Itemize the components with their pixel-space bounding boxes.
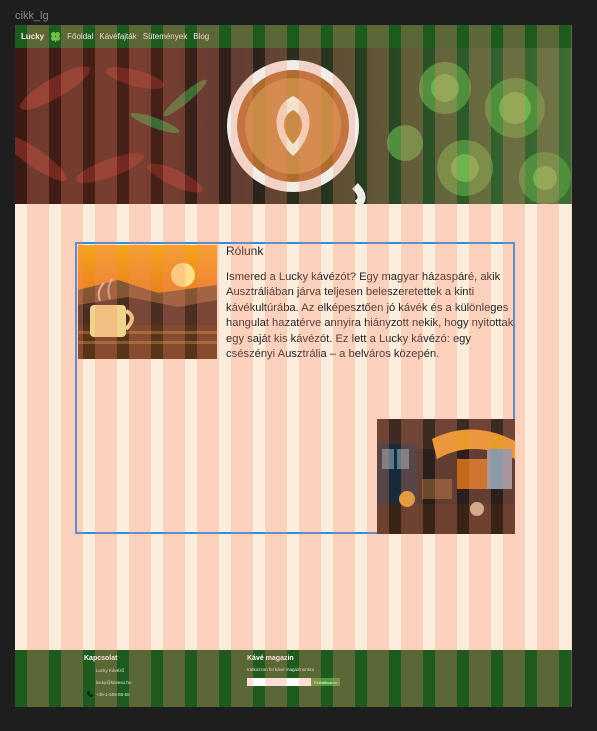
- newsletter-email-input[interactable]: [247, 678, 311, 686]
- contact-email: lucky@kaveso.hu: [87, 679, 131, 685]
- about-section: Rólunk Ismered a Lucky kávézót? Egy magy…: [75, 242, 515, 534]
- brand-logo[interactable]: Lucky: [21, 32, 44, 41]
- mail-icon: [87, 679, 93, 685]
- navbar: Lucky Főoldal Kávéfajták Sütemények Blog: [15, 25, 572, 48]
- cafe-interior-image: [377, 419, 515, 534]
- nav-link-pastries[interactable]: Sütemények: [143, 32, 187, 41]
- subscribe-button[interactable]: Feliratkozom: [311, 678, 340, 686]
- newsletter-subtitle: Iratkozzon fel kávé magazinunkra: [247, 667, 315, 672]
- contact-phone: +36-1-555-55-55: [87, 691, 130, 697]
- sunset-coffee-image: [78, 245, 217, 359]
- nav-link-blog[interactable]: Blog: [193, 32, 209, 41]
- nav-link-coffee-types[interactable]: Kávéfajták: [99, 32, 136, 41]
- contact-address-text: Lucky Kávéző: [96, 667, 125, 673]
- frame-label: cikk_lg: [15, 10, 49, 22]
- footer: Kapcsolat Lucky Kávéző lucky@kaveso.hu +…: [15, 650, 572, 707]
- contact-title: Kapcsolat: [84, 655, 118, 662]
- newsletter-title: Kávé magazin: [247, 655, 294, 662]
- hero-image: [15, 48, 572, 204]
- home-icon: [87, 667, 93, 673]
- about-text: Ismered a Lucky kávézót? Egy magyar háza…: [226, 271, 514, 361]
- contact-address: Lucky Kávéző: [87, 667, 124, 673]
- about-title: Rólunk: [226, 244, 264, 258]
- clover-icon: [50, 31, 61, 42]
- nav-link-home[interactable]: Főoldal: [67, 32, 93, 41]
- page-frame: Lucky Főoldal Kávéfajták Sütemények Blog: [15, 25, 572, 707]
- phone-icon: [87, 691, 93, 697]
- contact-email-text[interactable]: lucky@kaveso.hu: [96, 680, 131, 685]
- contact-phone-text[interactable]: +36-1-555-55-55: [96, 692, 130, 697]
